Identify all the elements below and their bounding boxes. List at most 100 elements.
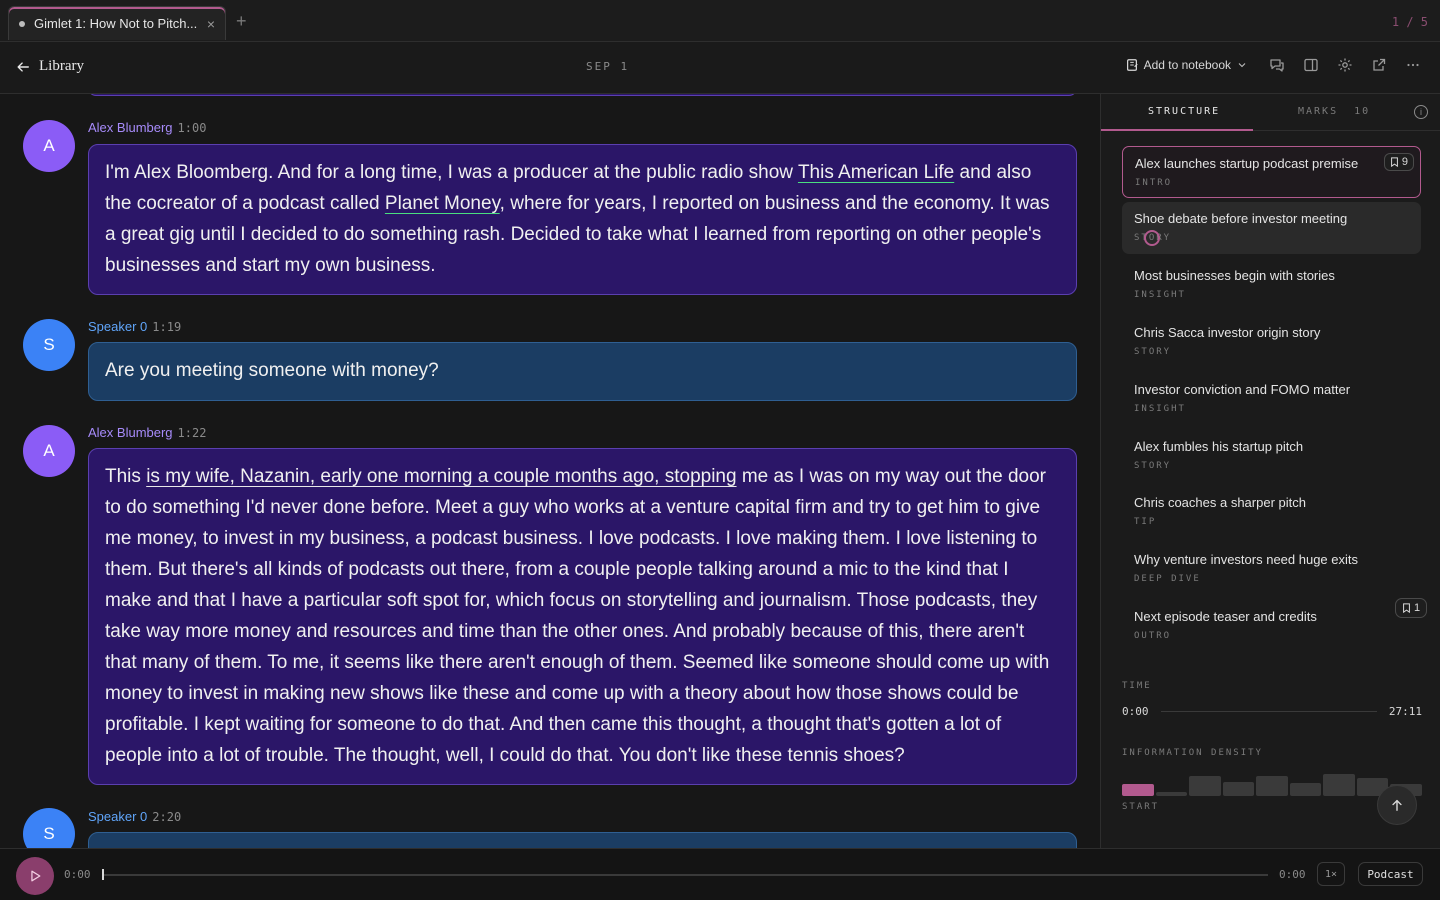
message-bubble[interactable] (88, 832, 1077, 848)
marks-count: 1 (1414, 602, 1421, 614)
transcript-pane[interactable]: A Alex Blumberg 1:00 I'm Alex Bloomberg. … (0, 94, 1100, 848)
structure-section[interactable]: Alex fumbles his startup pitch STORY (1122, 430, 1421, 482)
marks-badge[interactable]: 9 (1383, 153, 1414, 171)
time-end: 27:11 (1388, 705, 1422, 718)
section-title: Next episode teaser and credits (1134, 609, 1317, 624)
play-button[interactable] (16, 857, 54, 895)
section-tag: INTRO (1135, 178, 1173, 188)
tab-title: Gimlet 1: How Not to Pitch... (34, 16, 198, 31)
structure-section[interactable]: Chris coaches a sharper pitch TIP (1122, 486, 1421, 538)
timestamp[interactable]: 1:19 (152, 320, 181, 334)
scroll-to-top-button[interactable] (1377, 785, 1417, 825)
episode-date: SEP 1 (586, 60, 630, 73)
marks-badge[interactable]: 1 (1395, 598, 1428, 618)
structure-section[interactable]: Why venture investors need huge exits DEE… (1122, 543, 1421, 595)
previous-message-bubble (88, 94, 1077, 96)
speaker-name[interactable]: Speaker 0 (88, 319, 147, 334)
section-tag: STORY (1134, 461, 1172, 471)
density-bar[interactable] (1155, 792, 1188, 796)
message-text: This (105, 466, 147, 487)
tab-counter: 1 / 5 (1391, 15, 1428, 29)
section-title: Investor conviction and FOMO matter (1134, 382, 1351, 397)
entity-link[interactable]: This American Life (798, 162, 954, 183)
gear-icon[interactable] (1336, 56, 1354, 74)
message-bubble[interactable]: Are you meeting someone with money? (88, 342, 1077, 401)
structure-section[interactable]: Most businesses begin with stories INSIGH… (1122, 259, 1421, 311)
close-tab-icon[interactable]: × (207, 16, 215, 32)
timestamp[interactable]: 1:22 (178, 426, 207, 440)
density-bar[interactable] (1122, 784, 1154, 796)
seek-bar[interactable] (102, 874, 1268, 876)
structure-panel: STRUCTURE MARKS 10 i Alex launches start… (1100, 94, 1440, 848)
avatar[interactable]: A (23, 120, 75, 172)
section-title: Most businesses begin with stories (1134, 268, 1335, 283)
unsaved-dot (19, 20, 25, 27)
panel-tabs: STRUCTURE MARKS 10 i (1101, 94, 1440, 131)
podcast-mode-button[interactable]: Podcast (1358, 862, 1423, 886)
structure-section[interactable]: Alex launches startup podcast premise INT… (1122, 146, 1421, 198)
message-text: Are you meeting someone with money? (105, 360, 439, 381)
density-chart[interactable] (1122, 770, 1422, 796)
section-tag: TIP (1134, 517, 1157, 527)
external-link-icon[interactable] (1370, 56, 1388, 74)
timestamp[interactable]: 1:00 (178, 121, 207, 135)
section-title: Chris coaches a sharper pitch (1134, 495, 1306, 510)
section-tag: INSIGHT (1134, 290, 1186, 300)
tab-marks[interactable]: MARKS 10 (1298, 106, 1370, 117)
section-title: Alex launches startup podcast premise (1135, 156, 1359, 171)
avatar[interactable]: S (23, 808, 75, 848)
density-bar[interactable] (1289, 783, 1322, 796)
entity-link[interactable]: Planet Money (385, 193, 500, 214)
speaker-name[interactable]: Alex Blumberg (88, 120, 173, 135)
add-to-notebook-button[interactable]: Add to notebook (1125, 58, 1248, 72)
message-text: I'm Alex Bloomberg. And for a long time,… (105, 162, 798, 183)
split-view-icon[interactable] (1302, 56, 1320, 74)
density-bar[interactable] (1323, 774, 1355, 796)
section-title: Chris Sacca investor origin story (1134, 325, 1321, 340)
tab-structure[interactable]: STRUCTURE (1148, 106, 1220, 117)
seek-handle[interactable] (102, 869, 104, 880)
message-text: me as I was on my way out the door to do… (105, 466, 1050, 766)
playback-speed-button[interactable]: 1× (1317, 862, 1345, 886)
bookmark-icon (1403, 603, 1410, 613)
density-bar[interactable] (1222, 782, 1255, 796)
structure-section[interactable]: Next episode teaser and credits OUTRO (1122, 600, 1421, 652)
timestamp[interactable]: 2:20 (152, 810, 181, 824)
play-icon (31, 870, 41, 882)
section-tag: STORY (1134, 347, 1172, 357)
back-to-library-button[interactable]: Library (16, 58, 84, 75)
avatar[interactable]: A (23, 425, 75, 477)
new-tab-button[interactable]: + (236, 11, 247, 32)
section-tag: OUTRO (1134, 631, 1172, 641)
tab-bar: Gimlet 1: How Not to Pitch... × + 1 / 5 (0, 0, 1440, 42)
speaker-line: Speaker 0 2:20 (88, 809, 181, 824)
message-bubble[interactable]: I'm Alex Bloomberg. And for a long time,… (88, 144, 1077, 295)
end-time: 0:00 (1279, 868, 1306, 881)
highlighted-text[interactable]: is my wife, Nazanin, early one morning a… (146, 466, 736, 487)
speaker-name[interactable]: Speaker 0 (88, 809, 147, 824)
more-icon[interactable] (1404, 56, 1422, 74)
bookmark-icon (1390, 157, 1398, 167)
time-track[interactable] (1160, 711, 1377, 712)
cursor-indicator (1144, 230, 1160, 246)
back-label: Library (39, 58, 84, 74)
section-title: Why venture investors need huge exits (1134, 552, 1359, 567)
speaker-name[interactable]: Alex Blumberg (88, 425, 173, 440)
density-bar[interactable] (1189, 776, 1221, 796)
density-bar[interactable] (1256, 776, 1288, 796)
density-label: INFORMATION DENSITY (1122, 748, 1263, 758)
density-start-label: START (1122, 802, 1160, 812)
time-range: 0:00 27:11 (1122, 705, 1422, 718)
section-tag: DEEP DIVE (1134, 574, 1201, 584)
avatar[interactable]: S (23, 319, 75, 371)
comments-icon[interactable] (1268, 56, 1286, 74)
info-icon[interactable]: i (1414, 105, 1428, 119)
speaker-line: Speaker 0 1:19 (88, 319, 181, 334)
arrow-left-icon (17, 61, 29, 72)
section-tag: STORY (1134, 233, 1172, 243)
structure-section[interactable]: Shoe debate before investor meeting STORY (1122, 202, 1421, 254)
structure-section[interactable]: Investor conviction and FOMO matter INSIG… (1122, 373, 1421, 425)
message-bubble[interactable]: This is my wife, Nazanin, early one morn… (88, 448, 1077, 785)
tab-episode[interactable]: Gimlet 1: How Not to Pitch... × (8, 6, 226, 40)
structure-section[interactable]: Chris Sacca investor origin story STORY (1122, 316, 1421, 368)
